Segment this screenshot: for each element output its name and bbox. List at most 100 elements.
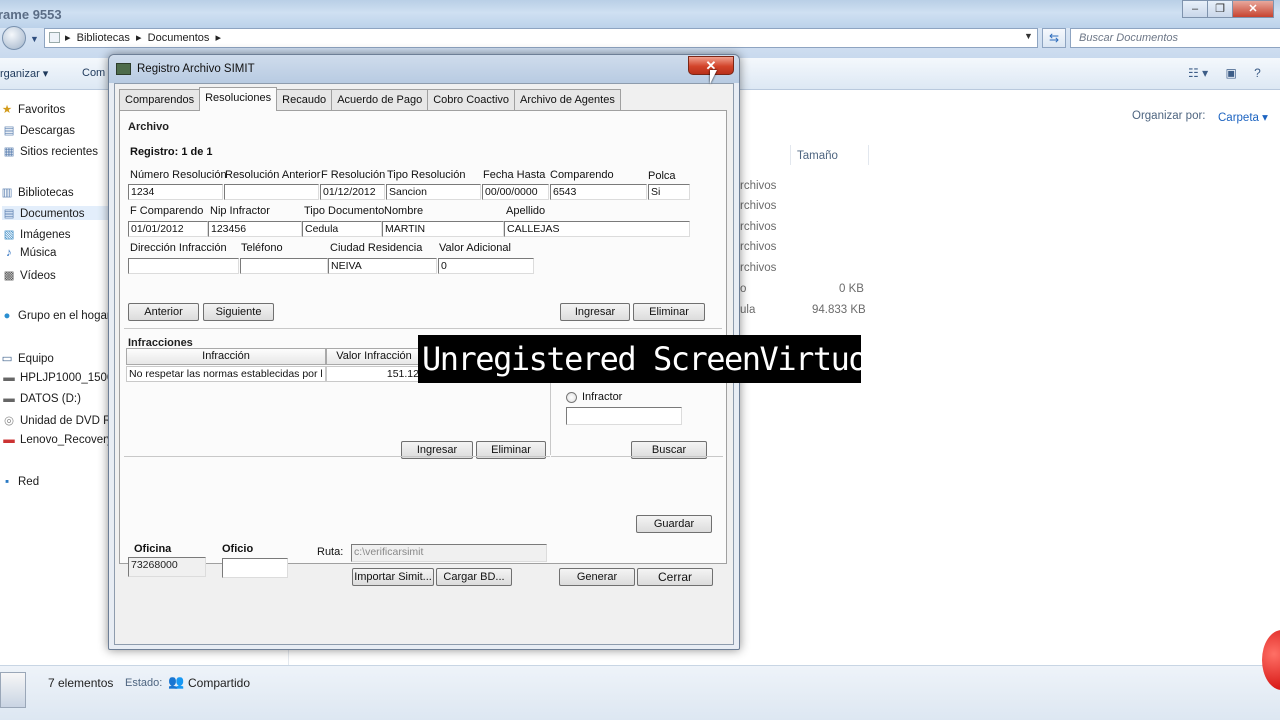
column-header-infraccion[interactable]: Infracción xyxy=(126,348,326,365)
nombre-field[interactable]: MARTIN xyxy=(382,221,504,237)
telefono-field[interactable] xyxy=(240,258,328,274)
homegroup-icon: ● xyxy=(3,310,11,322)
list-item[interactable]: rchivos xyxy=(740,221,776,233)
archivo-eliminar-button[interactable]: Eliminar xyxy=(633,303,705,321)
oficina-field[interactable]: 73268000 xyxy=(128,557,206,577)
history-dropdown-icon[interactable]: ▼ xyxy=(30,34,39,44)
minimize-button[interactable]: – xyxy=(1182,0,1208,18)
f-comparendo-field[interactable]: 01/01/2012 xyxy=(128,221,208,237)
oficina-label: Oficina xyxy=(134,543,172,555)
telefono-label: Teléfono xyxy=(241,242,283,254)
tab-resoluciones[interactable]: Resoluciones xyxy=(199,87,278,111)
fecha-hasta-label: Fecha Hasta xyxy=(483,169,546,181)
archivo-group-title: Archivo xyxy=(128,121,169,133)
sidebar-item-bibliotecas[interactable]: ▥ Bibliotecas xyxy=(0,185,74,199)
breadcrumb-bibliotecas[interactable]: Bibliotecas xyxy=(77,32,130,44)
cerrar-button[interactable]: Cerrar xyxy=(637,568,713,586)
oficio-field[interactable] xyxy=(222,558,288,578)
sidebar-item-lenovo[interactable]: ▬ Lenovo_Recovery xyxy=(2,434,112,446)
list-item[interactable]: rchivos xyxy=(740,200,776,212)
list-item[interactable]: rchivos xyxy=(740,180,776,192)
tipo-resolucion-field[interactable]: Sancion xyxy=(386,184,481,200)
resolucion-anterior-field[interactable] xyxy=(224,184,319,200)
column-separator[interactable] xyxy=(790,145,791,165)
tab-cobro-coactivo[interactable]: Cobro Coactivo xyxy=(427,89,516,111)
sidebar-item-red[interactable]: ▪ Red xyxy=(0,476,39,488)
sidebar-item-dvd[interactable]: ◎ Unidad de DVD R xyxy=(2,413,111,427)
ruta-label: Ruta: xyxy=(317,546,344,558)
help-icon[interactable]: ? xyxy=(1254,66,1261,80)
organize-button[interactable]: rganizar ▾ xyxy=(0,67,48,80)
infractor-search-field[interactable] xyxy=(566,407,682,425)
sidebar-item-favoritos[interactable]: ★ Favoritos xyxy=(0,102,65,116)
numero-resolucion-field[interactable]: 1234 xyxy=(128,184,223,200)
sidebar-item-musica[interactable]: ♪ Música xyxy=(2,247,56,259)
app-icon xyxy=(116,63,131,75)
importar-simit-button[interactable]: Importar Simit... xyxy=(352,568,434,586)
column-separator[interactable] xyxy=(868,145,869,165)
list-item[interactable]: o xyxy=(740,283,746,295)
screen-recorder-watermark: Unregistered ScreenVirtuoso xyxy=(418,335,861,383)
group-divider xyxy=(124,456,550,457)
archivo-ingresar-button[interactable]: Ingresar xyxy=(560,303,630,321)
valor-adicional-label: Valor Adicional xyxy=(439,242,511,254)
breadcrumb-documentos[interactable]: Documentos xyxy=(148,32,210,44)
direccion-infraccion-field[interactable] xyxy=(128,258,239,274)
view-options-icon[interactable]: ☷ ▾ xyxy=(1188,66,1208,80)
list-item[interactable]: rchivos xyxy=(740,241,776,253)
siguiente-button[interactable]: Siguiente xyxy=(203,303,274,321)
maximize-button[interactable]: ❐ xyxy=(1207,0,1233,18)
sidebar-item-documentos[interactable]: ▤ Documentos xyxy=(2,206,112,220)
share-button[interactable]: Com xyxy=(82,67,105,79)
direccion-infraccion-label: Dirección Infracción xyxy=(130,242,227,254)
shared-users-icon: 👥 xyxy=(168,674,185,689)
refresh-icon[interactable]: ⇆ xyxy=(1042,28,1066,48)
generar-button[interactable]: Generar xyxy=(559,568,635,586)
nip-infractor-field[interactable]: 123456 xyxy=(208,221,302,237)
tab-comparendos[interactable]: Comparendos xyxy=(119,89,201,111)
tipo-documento-field[interactable]: Cedula xyxy=(302,221,382,237)
tab-recaudo[interactable]: Recaudo xyxy=(276,89,333,111)
sidebar-item-descargas[interactable]: ▤ Descargas xyxy=(2,123,75,137)
sidebar-item-videos[interactable]: ▩ Vídeos xyxy=(2,268,56,282)
polca-field[interactable]: Si xyxy=(648,184,690,200)
dialog-titlebar[interactable]: Registro Archivo SIMIT ✕ xyxy=(109,55,739,83)
sidebar-item-imagenes[interactable]: ▧ Imágenes xyxy=(2,227,71,241)
sidebar-item-grupo-hogar[interactable]: ● Grupo en el hogar xyxy=(0,310,111,322)
explorer-window-controls: – ❐ ✕ xyxy=(1182,0,1274,18)
close-window-button[interactable]: ✕ xyxy=(1232,0,1274,18)
guardar-button[interactable]: Guardar xyxy=(636,515,712,533)
sidebar-item-datos[interactable]: ▬ DATOS (D:) xyxy=(2,393,81,405)
infraccion-cell[interactable]: No respetar las normas establecidas por … xyxy=(126,366,326,382)
sidebar-item-sitios-recientes[interactable]: ▦ Sitios recientes xyxy=(2,144,98,158)
tab-acuerdo-pago[interactable]: Acuerdo de Pago xyxy=(331,89,429,111)
comparendo-field[interactable]: 6543 xyxy=(550,184,647,200)
file-size: 94.833 KB xyxy=(812,304,866,316)
ruta-field[interactable]: c:\verificarsimit xyxy=(351,544,547,562)
f-resolucion-field[interactable]: 01/12/2012 xyxy=(320,184,385,200)
anterior-button[interactable]: Anterior xyxy=(128,303,199,321)
back-button[interactable] xyxy=(2,26,26,50)
apellido-field[interactable]: CALLEJAS xyxy=(504,221,690,237)
list-item[interactable]: rchivos xyxy=(740,262,776,274)
column-header-valor-infraccion[interactable]: Valor Infracción xyxy=(326,348,422,365)
valor-infraccion-cell[interactable]: 151.12 xyxy=(326,366,422,382)
fecha-hasta-field[interactable]: 00/00/0000 xyxy=(482,184,549,200)
address-bar[interactable]: ▸ Bibliotecas ▸ Documentos ▸ xyxy=(44,28,1038,48)
organize-by-dropdown[interactable]: Carpeta ▾ xyxy=(1218,110,1268,124)
cargar-bd-button[interactable]: Cargar BD... xyxy=(436,568,512,586)
search-input[interactable]: Buscar Documentos xyxy=(1070,28,1280,48)
column-header-size[interactable]: Tamaño xyxy=(797,150,838,162)
list-item[interactable]: ula xyxy=(740,304,755,316)
infractor-radio[interactable] xyxy=(566,392,577,403)
sidebar-item-equipo[interactable]: ▭ Equipo xyxy=(0,351,54,365)
sidebar-item-hpljp[interactable]: ▬ HPLJP1000_1500 xyxy=(2,372,113,384)
preview-pane-icon[interactable]: ▣ xyxy=(1225,66,1236,80)
folder-icon xyxy=(49,32,60,43)
infractor-radio-label: Infractor xyxy=(582,391,623,403)
valor-adicional-field[interactable]: 0 xyxy=(438,258,534,274)
documents-library-icon xyxy=(0,672,26,708)
ciudad-residencia-field[interactable]: NEIVA xyxy=(328,258,437,274)
address-dropdown-icon[interactable]: ▼ xyxy=(1024,31,1033,41)
tab-archivo-agentes[interactable]: Archivo de Agentes xyxy=(514,89,621,111)
